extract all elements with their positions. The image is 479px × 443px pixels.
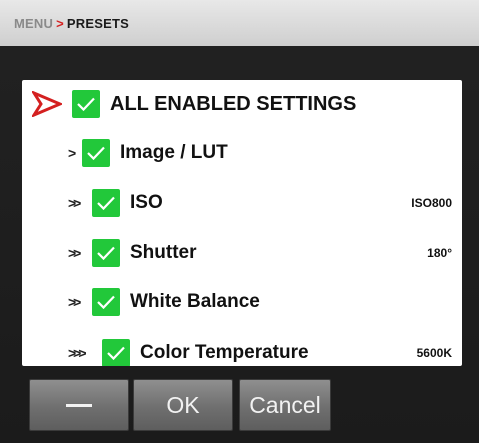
red-chevron-arrow-icon (32, 89, 66, 119)
breadcrumb: MENU > PRESETS (0, 0, 479, 46)
minus-icon (66, 403, 92, 407)
checkmark-icon (107, 346, 125, 361)
double-chevron-right-icon: >> (68, 245, 81, 261)
label-image-lut: Image / LUT (120, 142, 228, 163)
checkbox-image-lut[interactable] (82, 139, 110, 167)
list-item-white-balance[interactable]: >> White Balance (22, 282, 462, 322)
breadcrumb-menu[interactable]: MENU (14, 16, 53, 31)
double-chevron-right-icon: >> (68, 195, 81, 211)
chevron-right-icon: > (68, 145, 76, 161)
checkbox-iso[interactable] (92, 189, 120, 217)
list-item-all-enabled-settings[interactable]: ALL ENABLED SETTINGS (22, 84, 462, 124)
settings-list: ALL ENABLED SETTINGS > Image / LUT >> IS… (22, 80, 462, 366)
value-shutter: 180° (427, 246, 452, 260)
breadcrumb-separator-icon: > (56, 15, 64, 31)
list-item-image-lut[interactable]: > Image / LUT (22, 133, 462, 173)
cancel-button[interactable]: Cancel (239, 379, 331, 431)
checkbox-all-enabled-settings[interactable] (72, 90, 100, 118)
label-shutter: Shutter (130, 242, 197, 263)
ok-button[interactable]: OK (133, 379, 233, 431)
triple-chevron-right-icon: >>> (68, 345, 87, 361)
label-all-enabled-settings: ALL ENABLED SETTINGS (110, 92, 357, 115)
checkbox-white-balance[interactable] (92, 288, 120, 316)
breadcrumb-presets: PRESETS (66, 15, 129, 31)
checkbox-color-temperature[interactable] (102, 339, 130, 366)
checkmark-icon (97, 196, 115, 211)
list-item-color-temperature[interactable]: >>> Color Temperature 5600K (22, 333, 462, 366)
list-item-shutter[interactable]: >> Shutter 180° (22, 233, 462, 273)
presets-screen: MENU > PRESETS ALL ENABLED SETTINGS > Im… (0, 0, 479, 443)
minus-button[interactable] (29, 379, 129, 431)
value-iso: ISO800 (411, 196, 452, 210)
checkmark-icon (97, 295, 115, 310)
label-color-temperature: Color Temperature (140, 342, 309, 363)
label-iso: ISO (130, 192, 163, 213)
checkmark-icon (97, 246, 115, 261)
double-chevron-right-icon: >> (68, 294, 81, 310)
list-item-iso[interactable]: >> ISO ISO800 (22, 183, 462, 223)
checkbox-shutter[interactable] (92, 239, 120, 267)
checkmark-icon (77, 97, 95, 112)
label-white-balance: White Balance (130, 291, 260, 312)
value-color-temperature: 5600K (416, 346, 452, 360)
checkmark-icon (87, 146, 105, 161)
